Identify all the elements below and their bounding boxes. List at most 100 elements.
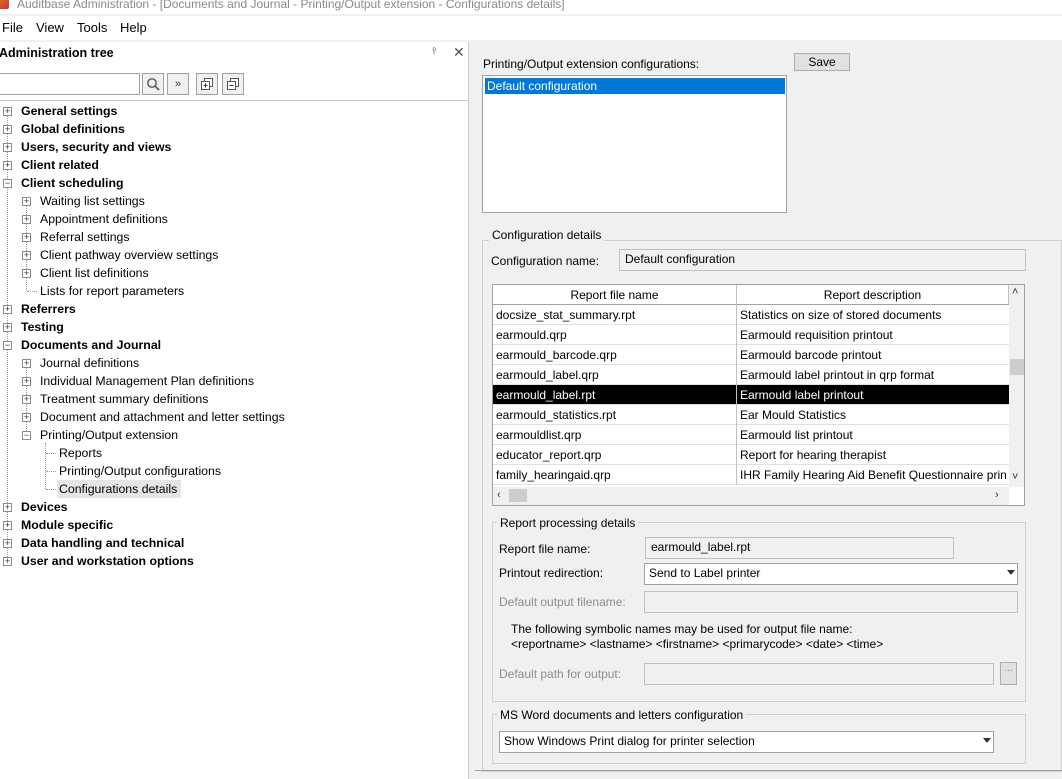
menu-help[interactable]: Help xyxy=(120,20,147,35)
tree-item-users-security[interactable]: Users, security and views xyxy=(21,138,171,156)
collapse-icon[interactable]: − xyxy=(3,341,12,350)
redirection-label: Printout redirection: xyxy=(499,566,604,580)
tree-item-client-scheduling[interactable]: Client scheduling xyxy=(21,174,123,192)
scroll-up-icon[interactable]: ˄ xyxy=(1012,286,1018,298)
tree-item-imp-definitions[interactable]: Individual Management Plan definitions xyxy=(40,372,254,390)
tree-item-user-workstation[interactable]: User and workstation options xyxy=(21,552,194,570)
menu-tools[interactable]: Tools xyxy=(77,20,107,35)
table-row[interactable]: earmould.qrp Earmould requisition printo… xyxy=(493,325,1009,345)
expand-icon[interactable]: + xyxy=(3,557,12,566)
msword-print-select[interactable]: Show Windows Print dialog for printer se… xyxy=(499,731,994,753)
tree-item-documents-journal[interactable]: Documents and Journal xyxy=(21,336,161,354)
redirection-select[interactable]: Send to Label printer xyxy=(644,563,1018,585)
tree-item-module-specific[interactable]: Module specific xyxy=(21,516,113,534)
tree-item-global-definitions[interactable]: Global definitions xyxy=(21,120,125,138)
expand-icon[interactable]: + xyxy=(3,107,12,116)
column-header-report-file[interactable]: Report file name xyxy=(493,285,737,305)
config-list[interactable]: Default configuration xyxy=(482,75,787,213)
table-row[interactable]: earmould_label.qrp Earmould label printo… xyxy=(493,365,1009,385)
tree-item-reports[interactable]: Reports xyxy=(59,444,102,462)
table-row[interactable]: earmould_barcode.qrp Earmould barcode pr… xyxy=(493,345,1009,365)
table-row-selected[interactable]: earmould_label.rpt Earmould label printo… xyxy=(493,385,1009,405)
tree-item-printing-configurations[interactable]: Printing/Output configurations xyxy=(59,462,221,480)
collapse-icon[interactable]: − xyxy=(22,431,31,440)
configuration-details-title: Configuration details xyxy=(489,228,605,242)
scroll-right-icon[interactable]: › xyxy=(995,489,999,501)
close-icon[interactable]: ✕ xyxy=(453,44,465,61)
search-input[interactable] xyxy=(0,73,140,95)
expand-icon[interactable]: + xyxy=(3,521,12,530)
tree-item-devices[interactable]: Devices xyxy=(21,498,68,516)
expand-icon[interactable]: + xyxy=(3,143,12,152)
vertical-scrollbar[interactable]: ˄ ˅ xyxy=(1009,285,1024,487)
tree-item-client-related[interactable]: Client related xyxy=(21,156,99,174)
tree-item-configurations-details[interactable]: Configurations details xyxy=(57,480,182,498)
expand-icon[interactable]: + xyxy=(22,395,31,404)
tree-connector xyxy=(46,489,56,490)
default-output-field[interactable] xyxy=(644,591,1018,613)
collapse-icon[interactable]: − xyxy=(3,179,12,188)
expand-icon[interactable]: + xyxy=(22,269,31,278)
tree-item-lists-report-params[interactable]: Lists for report parameters xyxy=(40,282,184,300)
expand-icon[interactable]: + xyxy=(3,539,12,548)
configuration-panel: Printing/Output extension configurations… xyxy=(475,42,1062,779)
scroll-down-icon[interactable]: ˅ xyxy=(1012,471,1018,483)
expand-icon[interactable]: + xyxy=(22,359,31,368)
tree-item-referrers[interactable]: Referrers xyxy=(21,300,76,318)
expand-all-button[interactable] xyxy=(196,73,218,95)
expand-icon[interactable]: + xyxy=(3,323,12,332)
cell-file: earmould_label.rpt xyxy=(493,385,737,405)
collapse-all-button[interactable] xyxy=(222,73,244,95)
report-file-label: Report file name: xyxy=(499,542,591,556)
config-list-item[interactable]: Default configuration xyxy=(485,78,785,94)
table-row[interactable]: docsize_stat_summary.rpt Statistics on s… xyxy=(493,305,1009,325)
browse-button[interactable]: ... xyxy=(1000,662,1017,685)
table-row[interactable]: educator_report.qrp Report for hearing t… xyxy=(493,445,1009,465)
column-header-report-description[interactable]: Report description xyxy=(737,285,1009,305)
config-list-label: Printing/Output extension configurations… xyxy=(483,57,700,71)
tree-item-testing[interactable]: Testing xyxy=(21,318,64,336)
window-title: Auditbase Administration - [Documents an… xyxy=(17,0,565,11)
expand-icon[interactable]: + xyxy=(3,161,12,170)
expand-icon[interactable]: + xyxy=(22,413,31,422)
expand-icon[interactable]: + xyxy=(3,125,12,134)
tree-item-referral-settings[interactable]: Referral settings xyxy=(40,228,130,246)
default-path-label: Default path for output: xyxy=(499,667,622,681)
save-button[interactable]: Save xyxy=(794,53,850,71)
pin-icon[interactable]: ⫯ xyxy=(432,46,436,57)
expand-icon[interactable]: + xyxy=(3,305,12,314)
expand-icon[interactable]: + xyxy=(3,503,12,512)
expand-icon[interactable]: + xyxy=(22,377,31,386)
scrollbar-thumb[interactable] xyxy=(509,489,527,502)
expand-icon[interactable]: + xyxy=(22,197,31,206)
tree-item-printing-output[interactable]: Printing/Output extension xyxy=(40,426,178,444)
menu-file[interactable]: File xyxy=(2,20,23,35)
menu-view[interactable]: View xyxy=(36,20,64,35)
report-file-field[interactable]: earmould_label.rpt xyxy=(645,537,954,559)
tree-item-appointment-definitions[interactable]: Appointment definitions xyxy=(40,210,168,228)
search-next-button[interactable]: » xyxy=(167,73,189,95)
cell-file: earmould_barcode.qrp xyxy=(493,345,737,365)
config-name-field[interactable]: Default configuration xyxy=(619,249,1026,271)
tree-item-client-list[interactable]: Client list definitions xyxy=(40,264,149,282)
expand-icon[interactable]: + xyxy=(22,233,31,242)
tree-item-document-settings[interactable]: Document and attachment and letter setti… xyxy=(40,408,285,426)
cell-description: IHR Family Hearing Aid Benefit Questionn… xyxy=(740,468,1007,482)
tree-item-general-settings[interactable]: General settings xyxy=(21,102,117,120)
scroll-left-icon[interactable]: ‹ xyxy=(497,489,501,501)
search-button[interactable] xyxy=(142,73,164,95)
table-row[interactable]: earmouldlist.qrp Earmould list printout xyxy=(493,425,1009,445)
table-row[interactable]: family_hearingaid.qrp IHR Family Hearing… xyxy=(493,465,1009,485)
expand-icon[interactable]: + xyxy=(22,251,31,260)
default-path-field[interactable] xyxy=(644,663,994,685)
cell-description: Ear Mould Statistics xyxy=(740,408,847,422)
tree-item-data-handling[interactable]: Data handling and technical xyxy=(21,534,184,552)
tree-item-journal-definitions[interactable]: Journal definitions xyxy=(40,354,139,372)
table-row[interactable]: earmould_statistics.rpt Ear Mould Statis… xyxy=(493,405,1009,425)
tree-item-treatment-summary[interactable]: Treatment summary definitions xyxy=(40,390,208,408)
expand-icon[interactable]: + xyxy=(22,215,31,224)
horizontal-scrollbar[interactable]: ‹ › xyxy=(493,487,1009,505)
tree-item-client-pathway[interactable]: Client pathway overview settings xyxy=(40,246,218,264)
tree-item-waiting-list[interactable]: Waiting list settings xyxy=(40,192,145,210)
scrollbar-thumb[interactable] xyxy=(1010,359,1024,375)
